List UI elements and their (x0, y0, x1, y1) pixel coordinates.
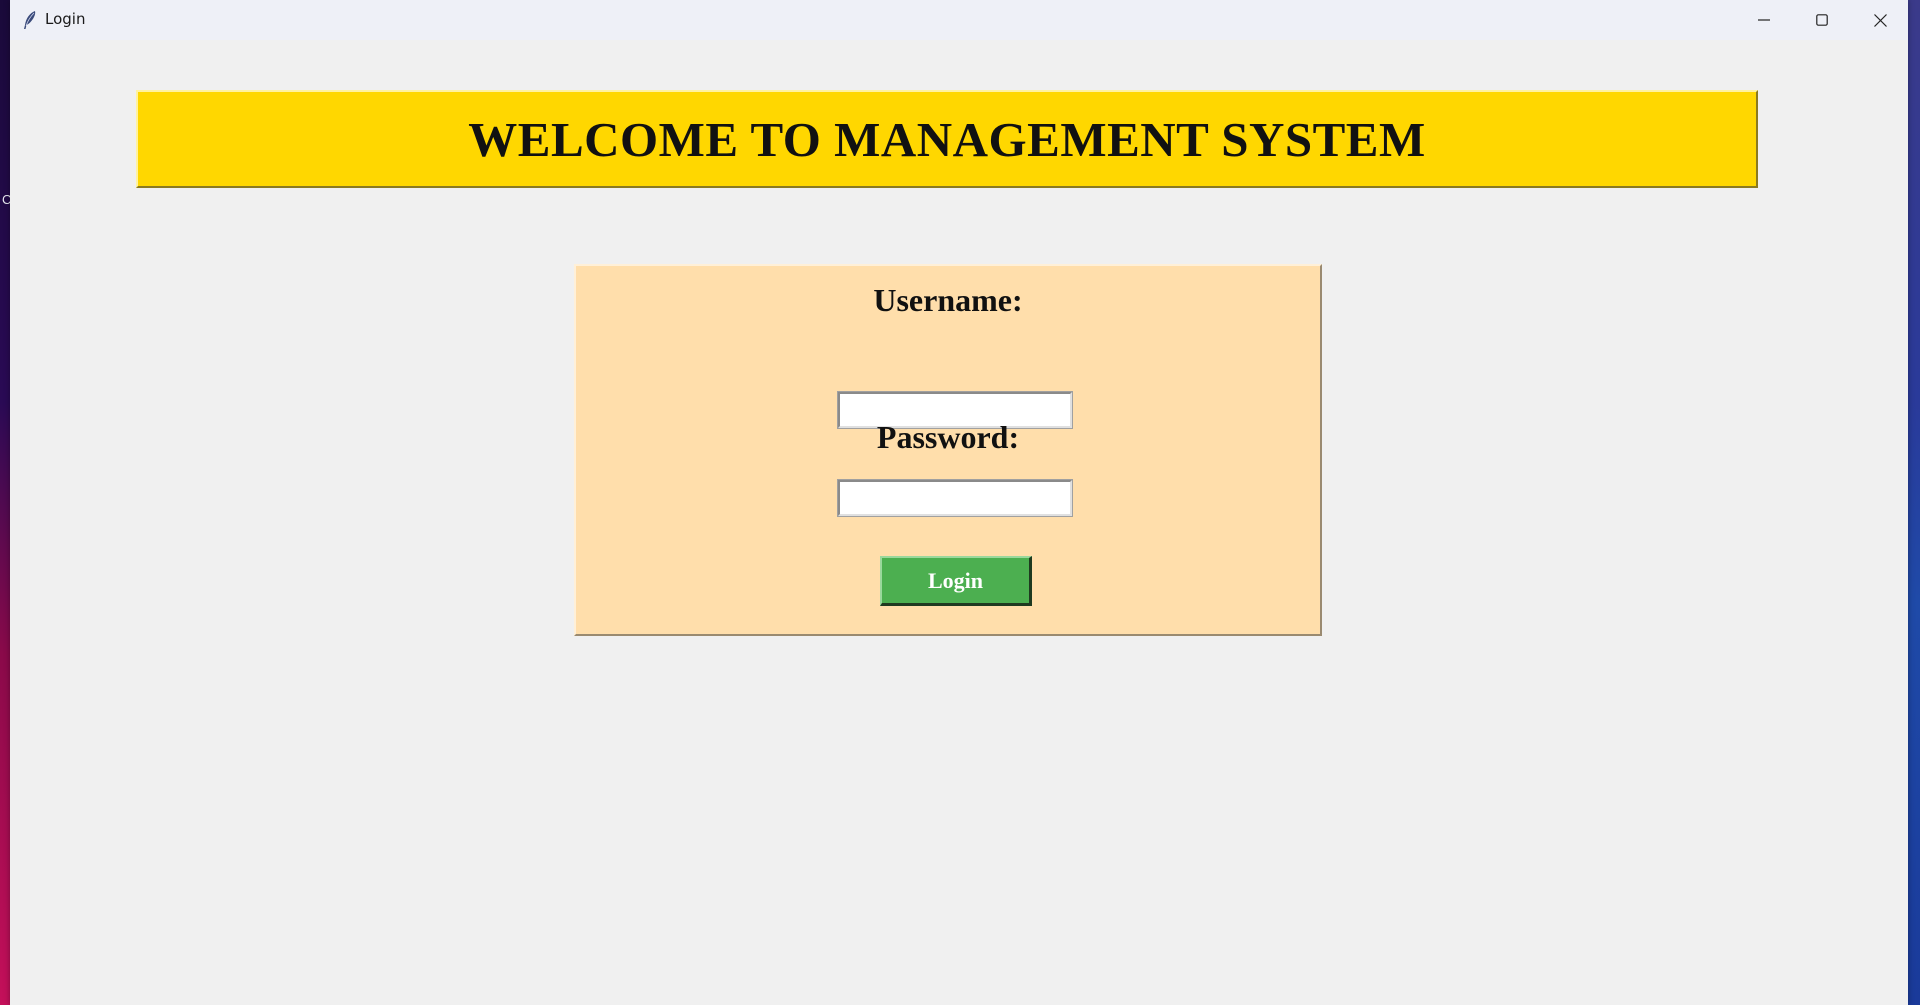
login-button[interactable]: Login (880, 556, 1032, 606)
welcome-banner: WELCOME TO MANAGEMENT SYSTEM (136, 90, 1758, 188)
username-label: Username: (873, 282, 1023, 318)
minimize-icon (1758, 14, 1770, 26)
title-bar[interactable]: Login (10, 0, 1908, 40)
minimize-button[interactable] (1735, 0, 1793, 40)
close-button[interactable] (1851, 0, 1909, 40)
desktop-background-edge (1908, 0, 1920, 1005)
login-window: Login WELCOME TO MANAGEMENT SYSTEM Usern… (10, 0, 1908, 1005)
window-title: Login (45, 10, 86, 28)
banner-title: WELCOME TO MANAGEMENT SYSTEM (468, 111, 1426, 167)
window-content: WELCOME TO MANAGEMENT SYSTEM Username: P… (10, 40, 1908, 1005)
password-label: Password: (876, 419, 1020, 455)
close-icon (1873, 13, 1887, 27)
password-field[interactable] (837, 479, 1073, 517)
login-panel: Username: Password: Login (574, 264, 1322, 636)
feather-icon (22, 10, 38, 30)
maximize-button[interactable] (1793, 0, 1851, 40)
maximize-icon (1816, 14, 1828, 26)
